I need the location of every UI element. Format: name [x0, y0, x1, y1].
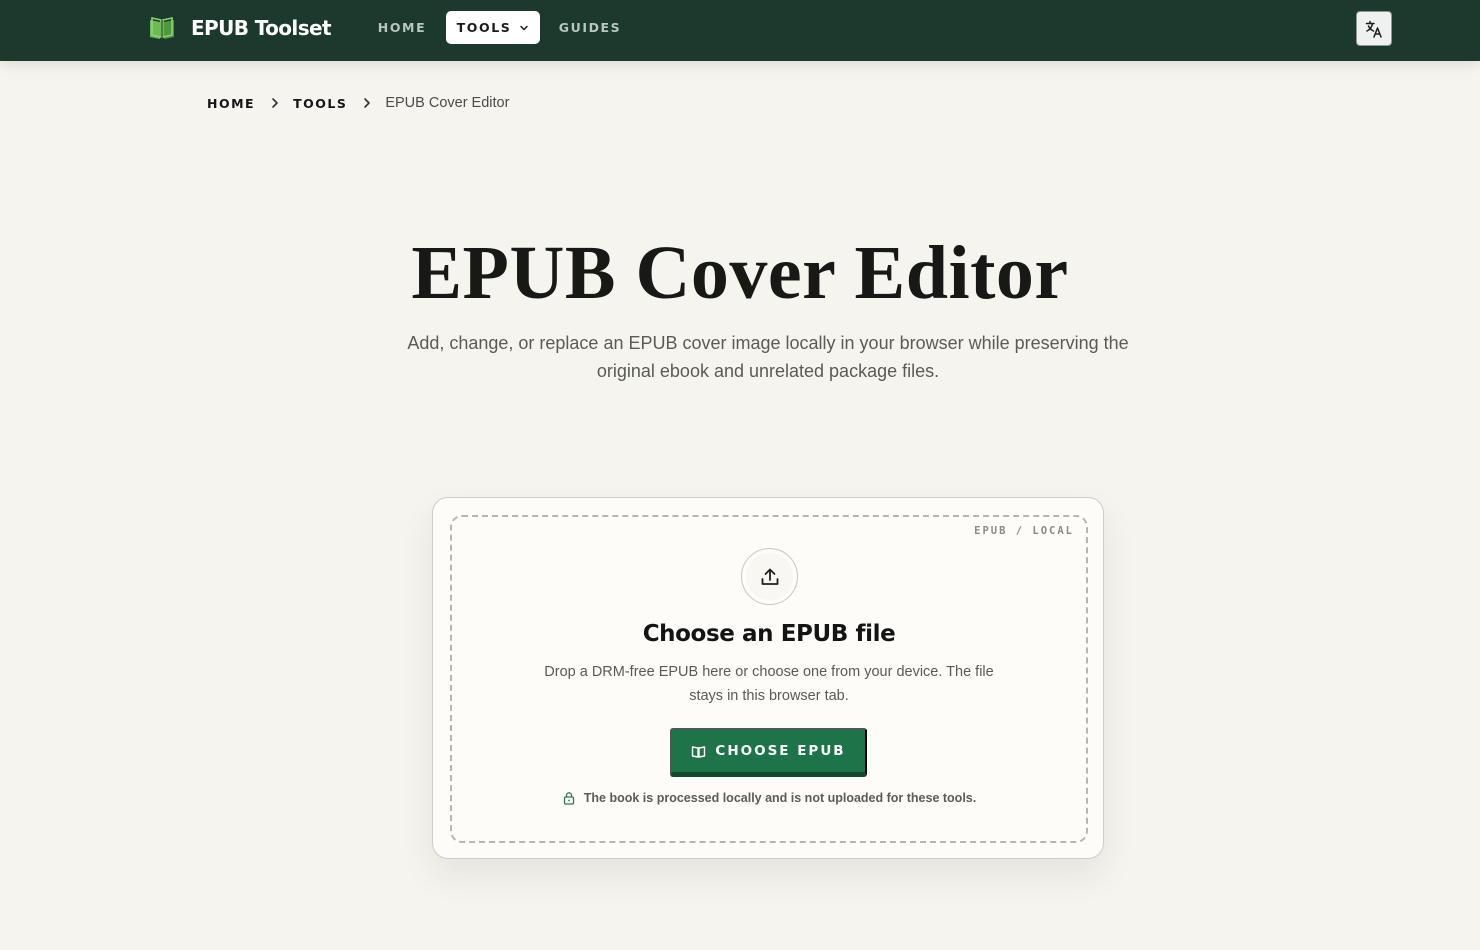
privacy-note: The book is processed locally and is not… [452, 791, 1086, 805]
breadcrumb-tools-link[interactable]: TOOLS [293, 96, 347, 111]
upload-icon-badge [741, 548, 798, 605]
upload-icon [761, 568, 778, 585]
breadcrumb-home-link[interactable]: HOME [207, 96, 255, 111]
breadcrumb-current-page: EPUB Cover Editor [385, 95, 510, 111]
chevron-down-icon [520, 25, 529, 30]
language-switcher-button[interactable] [1356, 11, 1392, 46]
breadcrumb: HOME TOOLS EPUB Cover Editor [207, 93, 509, 113]
upload-card: EPUB / LOCAL Choose an EPUB file Drop a … [432, 497, 1104, 859]
dropzone-description: Drop a DRM-free EPUB here or choose one … [544, 664, 994, 704]
lock-icon [563, 792, 574, 805]
brand-logo-link[interactable]: EPUB Toolset [148, 15, 332, 41]
nav-tools-dropdown[interactable]: TOOLS [446, 11, 540, 44]
dropzone-title: Choose an EPUB file [642, 621, 896, 647]
choose-epub-button[interactable]: CHOOSE EPUB [670, 728, 867, 777]
brand-name: EPUB Toolset [191, 16, 332, 40]
page-title: EPUB Cover Editor [411, 231, 1069, 315]
book-icon [692, 745, 706, 758]
format-tag: EPUB / LOCAL [974, 525, 1074, 537]
open-book-icon [150, 17, 174, 39]
page-subtitle: Add, change, or replace an EPUB cover im… [407, 333, 1129, 381]
hero-section: EPUB Cover Editor [0, 230, 1480, 316]
nav-home-link[interactable]: HOME [372, 11, 432, 44]
nav-guides-link[interactable]: GUIDES [554, 11, 626, 44]
top-navigation-bar: EPUB Toolset HOME TOOLS GUIDES [0, 0, 1480, 61]
chevron-right-icon [364, 98, 371, 108]
nav-home-label: HOME [377, 20, 427, 35]
privacy-note-text: The book is processed locally and is not… [583, 791, 977, 805]
epub-dropzone[interactable]: EPUB / LOCAL Choose an EPUB file Drop a … [450, 515, 1088, 843]
translate-icon [1365, 20, 1382, 38]
nav-guides-label: GUIDES [558, 20, 622, 35]
choose-epub-label: CHOOSE EPUB [715, 743, 846, 759]
chevron-right-icon [272, 98, 278, 108]
nav-tools-label: TOOLS [456, 20, 512, 35]
